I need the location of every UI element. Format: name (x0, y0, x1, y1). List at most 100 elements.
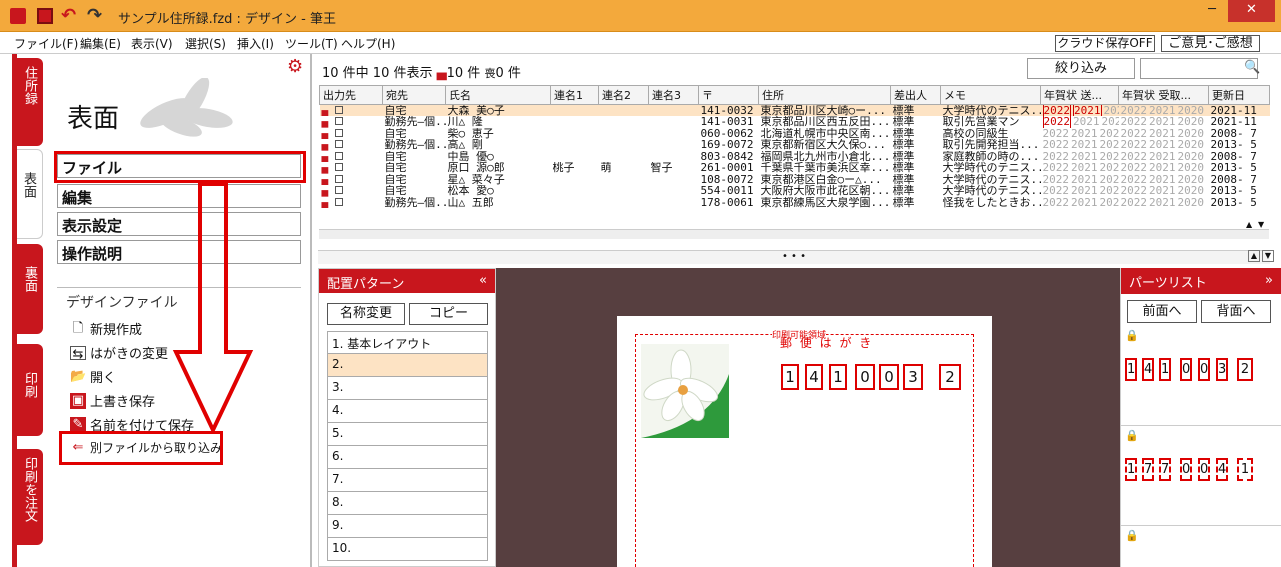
lock-icon[interactable]: 🔒 (1125, 529, 1139, 542)
splitter-handle[interactable]: • • • (318, 250, 1270, 264)
collapse-left-icon[interactable]: « (479, 273, 487, 288)
send-back-button[interactable]: 背面へ (1201, 300, 1271, 323)
column-header[interactable]: 連名2 (598, 85, 649, 105)
collapse-right-icon[interactable]: » (1265, 273, 1273, 288)
year-badge: 2022 (1120, 127, 1148, 139)
table-row[interactable]: ▄ 勤務先―個...高△ 剛 169-0072 東京都新宿区大久保○... 標準 取引先… (320, 139, 1270, 151)
menu-file[interactable]: ファイル(F) (14, 35, 78, 52)
output-checkbox[interactable] (334, 163, 343, 172)
undo-icon[interactable]: ↶ (61, 5, 76, 26)
file-item-new[interactable]: 🗋 新規作成 (70, 319, 142, 339)
table-row[interactable]: ▄ 自宅 柴○ 恵子 060-0062 北海道札幌市中央区南... 標準 高校の同級生 20… (320, 128, 1270, 140)
lock-icon[interactable]: 🔒 (1125, 329, 1139, 342)
column-header[interactable]: 連名1 (550, 85, 599, 105)
zip-digit-box: 2 (939, 364, 961, 390)
pattern-item[interactable]: 9. (327, 515, 488, 538)
splitter-up-icon[interactable]: ▲ (1248, 250, 1260, 262)
menu-tools[interactable]: ツール(T) (285, 35, 338, 52)
pattern-item[interactable]: 8. (327, 492, 488, 515)
file-item-save[interactable]: ▣ 上書き保存 (70, 391, 155, 410)
pattern-item[interactable]: 10. (327, 538, 488, 561)
rename-button[interactable]: 名称変更 (327, 303, 405, 325)
table-row[interactable]: ▄ 自宅 松本 愛○ 554-0011 大阪府大阪市此花区朝... 標準 大学時代のテニス… (320, 185, 1270, 197)
column-header[interactable]: メモ (940, 85, 1041, 105)
output-checkbox[interactable] (334, 174, 343, 183)
cloud-save-button[interactable]: クラウド保存OFF (1055, 35, 1155, 52)
splitter-down-icon[interactable]: ▼ (1262, 250, 1274, 262)
table-row[interactable]: ▄ 自宅 原口 源○郎 桃子 萌 智子 261-0001 千葉県千葉市美浜区幸... 標準 大学… (320, 162, 1270, 174)
postcard-preview[interactable]: 印刷可能領域 郵 便 は が き 1410032 (617, 316, 992, 567)
menu-insert[interactable]: 挿入(I) (237, 35, 274, 52)
tab-front-side[interactable]: 表面 (17, 149, 43, 239)
menu-view[interactable]: 表示(V) (131, 35, 173, 52)
part-item-zip[interactable]: 1410032 (1121, 342, 1281, 426)
output-checkbox[interactable] (334, 128, 343, 137)
search-input[interactable] (1140, 58, 1258, 79)
output-checkbox[interactable] (334, 140, 343, 149)
lock-icon[interactable]: 🔒 (1125, 429, 1139, 442)
pattern-item[interactable]: 7. (327, 469, 488, 492)
year-badge: 2021 (1073, 104, 1102, 116)
tab-print[interactable]: 印刷 (17, 344, 43, 436)
column-header[interactable]: 住所 (758, 85, 891, 105)
pattern-item[interactable]: 3. (327, 377, 488, 400)
column-header[interactable]: 宛先 (382, 85, 446, 105)
pattern-item[interactable]: 6. (327, 446, 488, 469)
gear-icon[interactable]: ⚙ (287, 56, 303, 77)
column-header[interactable]: 出力先 (319, 85, 383, 105)
column-header[interactable]: 年賀状 送... (1040, 85, 1119, 105)
bring-front-button[interactable]: 前面へ (1127, 300, 1197, 323)
column-header[interactable]: 差出人 (890, 85, 941, 105)
year-badge: 2021 (1071, 127, 1098, 139)
pattern-item[interactable]: 2. (327, 354, 488, 377)
cell-out: ▄ (320, 116, 383, 128)
pattern-item[interactable]: 1. 基本レイアウト (327, 331, 488, 354)
pattern-item[interactable]: 4. (327, 400, 488, 423)
feedback-button[interactable]: ご意見･ご感想 (1161, 35, 1260, 52)
year-badge: 2021 (1071, 196, 1098, 208)
scroll-down-icon[interactable]: ▼ (1258, 220, 1268, 230)
table-row[interactable]: ▄ 自宅 星△ 菜々子 108-0072 東京都港区白金○ー△... 標準 大学時代のテニ… (320, 174, 1270, 186)
pattern-item[interactable]: 5. (327, 423, 488, 446)
table-row[interactable]: ▄ 自宅 大森 美○子 141-0032 東京都品川区大崎○ー... 標準 大学時代のテニ… (319, 104, 1270, 116)
output-checkbox[interactable] (334, 106, 343, 114)
part-item-zip-dashed[interactable]: 1770041 (1121, 442, 1281, 526)
menu-help[interactable]: ヘルプ(H) (341, 35, 395, 52)
part-zip-digit: 3 (1216, 358, 1228, 381)
file-item-change-postcard[interactable]: ⇆ はがきの変更 (70, 343, 168, 362)
cell-name: 中島 優○ (447, 150, 494, 162)
redo-icon[interactable]: ↷ (87, 5, 102, 26)
cell-sender: 標準 (892, 127, 915, 139)
menu-edit[interactable]: 編集(E) (80, 35, 121, 52)
save-icon[interactable] (37, 8, 53, 24)
column-header[interactable]: 年賀状 受取... (1118, 85, 1209, 105)
output-checkbox[interactable] (334, 186, 343, 195)
column-header[interactable]: 氏名 (445, 85, 551, 105)
horizontal-scrollbar[interactable] (319, 229, 1269, 239)
scroll-up-icon[interactable]: ▲ (1246, 220, 1256, 230)
column-header[interactable]: 更新日 (1208, 85, 1270, 105)
file-item-open[interactable]: 📂 開く (70, 367, 116, 387)
output-checkbox[interactable] (334, 151, 343, 160)
cell-recv: 2022 2021 2020 (1119, 185, 1209, 197)
year-badge: 2020 (1177, 116, 1205, 128)
year-badge: 202 (1099, 127, 1119, 139)
column-header[interactable]: 連名3 (648, 85, 699, 105)
copy-button[interactable]: コピー (409, 303, 488, 325)
tab-back-side[interactable]: 裏面 (17, 244, 43, 334)
menu-select[interactable]: 選択(S) (185, 35, 226, 52)
filter-button[interactable]: 絞り込み (1027, 58, 1135, 79)
table-row[interactable]: ▄ 勤務先―個...川△ 隆 141-0031 東京都品川区西五反田...標準 取引先… (320, 116, 1270, 128)
cell-name: 柴○ 恵子 (447, 127, 494, 139)
output-checkbox[interactable] (334, 117, 343, 126)
tab-print-order[interactable]: 印刷を注文 (17, 449, 43, 545)
close-button[interactable]: ✕ (1228, 0, 1275, 22)
minimize-button[interactable]: ─ (1202, 0, 1222, 22)
output-checkbox[interactable] (334, 197, 343, 206)
column-header[interactable]: 〒 (698, 85, 759, 105)
pattern-panel: 配置パターン « 名称変更 コピー 1. 基本レイアウト 2. 3. 4. 5. 6. 7. 8… (318, 268, 496, 567)
table-row[interactable]: ▄ 自宅 中島 優○ 803-0842 福岡県北九州市小倉北... 標準 家庭教師の時の.… (320, 151, 1270, 163)
table-row[interactable]: ▄ 勤務先―個...山△ 五郎 178-0061 東京都練馬区大泉学園...標準 怪我… (320, 197, 1270, 209)
tab-address-book[interactable]: 住所録 (17, 58, 43, 146)
cell-name: 山△ 五郎 (447, 196, 494, 208)
